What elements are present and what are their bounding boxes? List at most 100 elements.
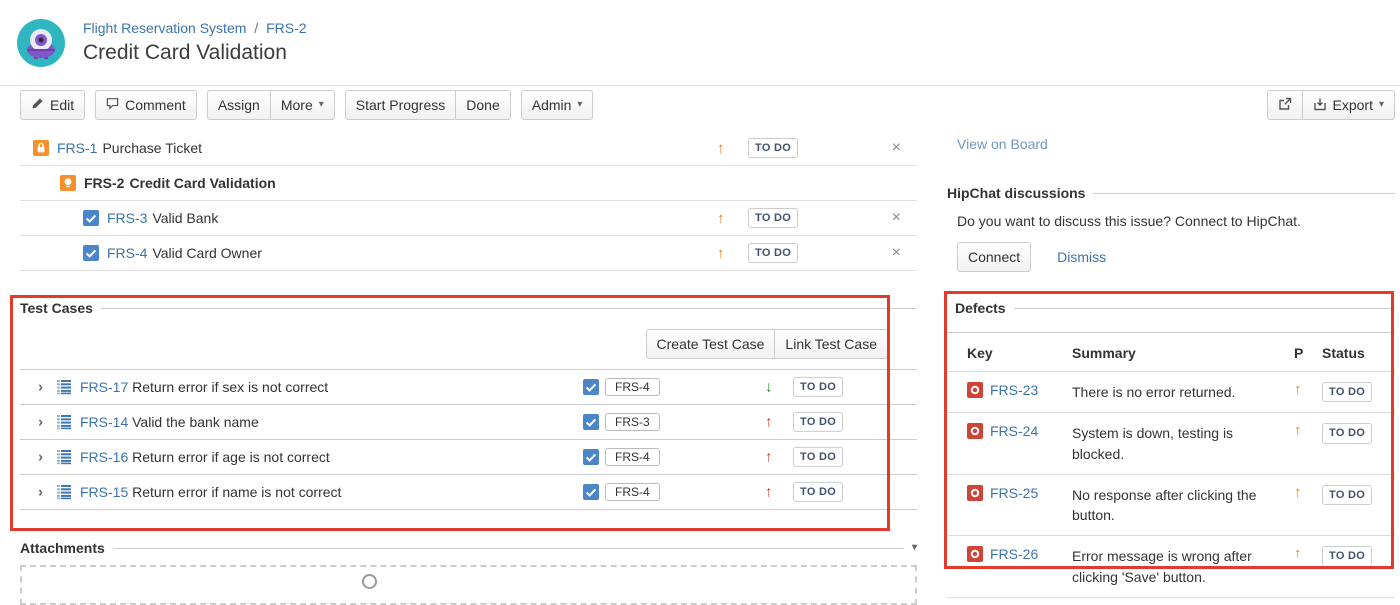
close-icon[interactable]: ×: [892, 140, 901, 156]
test-case-row-frs-16: › FRS-16 Return error if age is not corr…: [20, 440, 917, 475]
close-icon[interactable]: ×: [892, 210, 901, 226]
linked-issue-badge[interactable]: FRS-4: [605, 483, 660, 501]
project-avatar-icon[interactable]: [17, 19, 65, 67]
status-badge: TO DO: [1322, 423, 1372, 443]
defect-key-cell: FRS-25: [967, 485, 1072, 501]
collapse-caret-icon[interactable]: ▾: [912, 543, 917, 553]
start-progress-button[interactable]: Start Progress: [345, 90, 456, 120]
issue-key-link[interactable]: FRS-3: [107, 210, 147, 226]
test-case-table: › FRS-17 Return error if sex is not corr…: [20, 369, 917, 510]
status-badge: TO DO: [793, 447, 843, 467]
subtask-check-icon: [83, 210, 99, 226]
issue-row-frs-3: FRS-3 Valid Bank ↑ TO DO ×: [20, 201, 917, 236]
hipchat-connect-button[interactable]: Connect: [957, 242, 1031, 272]
priority-up-icon: ↑: [717, 141, 725, 156]
breadcrumb-project-link[interactable]: Flight Reservation System: [83, 20, 246, 36]
linked-issue-badge[interactable]: FRS-3: [605, 413, 660, 431]
column-header-status: Status: [1322, 345, 1395, 361]
subtask-check-icon: [583, 449, 599, 465]
issue-key-link[interactable]: FRS-4: [107, 245, 147, 261]
column-header-priority: P: [1294, 345, 1322, 361]
breadcrumb-issue-link[interactable]: FRS-2: [266, 20, 306, 36]
expand-chevron-icon[interactable]: ›: [38, 484, 43, 501]
status-badge: TO DO: [1322, 485, 1372, 505]
test-case-list-icon: [56, 414, 72, 430]
linked-issue-badge[interactable]: FRS-4: [605, 448, 660, 466]
hipchat-message: Do you want to discuss this issue? Conne…: [957, 213, 1395, 229]
test-case-row-frs-14: › FRS-14 Valid the bank name FRS-3: [20, 405, 917, 440]
view-on-board: View on Board: [957, 136, 1048, 152]
issue-key-link[interactable]: FRS-1: [57, 140, 97, 156]
test-cases-heading: Test Cases: [20, 300, 917, 316]
view-on-board-link[interactable]: View on Board: [957, 136, 1048, 152]
priority-up-icon: ↑: [717, 246, 725, 261]
issue-summary: Purchase Ticket: [102, 140, 202, 156]
attachment-dropzone[interactable]: [20, 565, 917, 605]
test-case-text: FRS-16 Return error if age is not correc…: [80, 449, 330, 465]
test-case-key-link[interactable]: FRS-14: [80, 414, 128, 430]
link-test-case-button[interactable]: Link Test Case: [775, 329, 888, 359]
priority-up-icon: ↑: [765, 485, 773, 500]
test-case-summary: Return error if sex is not correct: [132, 379, 328, 395]
defect-key-link[interactable]: FRS-25: [990, 485, 1038, 501]
defect-key-link[interactable]: FRS-24: [990, 423, 1038, 439]
hipchat-actions: Connect Dismiss: [957, 242, 1395, 272]
defect-key-link[interactable]: FRS-26: [990, 546, 1038, 562]
subtask-check-icon: [583, 414, 599, 430]
test-case-key-link[interactable]: FRS-16: [80, 449, 128, 465]
priority-up-icon: ↑: [1294, 546, 1322, 561]
done-button-label: Done: [466, 97, 499, 113]
export-button[interactable]: Export ▾: [1303, 90, 1396, 120]
defect-key-link[interactable]: FRS-23: [990, 382, 1038, 398]
hipchat-section: HipChat discussions Do you want to discu…: [947, 185, 1395, 272]
expand-chevron-icon[interactable]: ›: [38, 379, 43, 396]
test-case-list-icon: [56, 449, 72, 465]
test-case-key-link[interactable]: FRS-17: [80, 379, 128, 395]
test-case-list-icon: [56, 484, 72, 500]
linked-issue-badge[interactable]: FRS-4: [605, 378, 660, 396]
admin-button[interactable]: Admin ▾: [521, 90, 594, 120]
share-icon: [1278, 97, 1292, 114]
defects-section: Defects Key Summary P Status FRS-23 Ther…: [947, 300, 1395, 598]
done-button[interactable]: Done: [456, 90, 510, 120]
share-button[interactable]: [1267, 90, 1303, 120]
assign-button[interactable]: Assign: [207, 90, 271, 120]
test-case-summary: Return error if name is not correct: [132, 484, 341, 500]
defect-key-cell: FRS-24: [967, 423, 1072, 439]
priority-up-icon: ↑: [1294, 423, 1322, 438]
issue-toolbar: Edit Comment Assign More ▾ Start Progres…: [20, 90, 1395, 120]
expand-chevron-icon[interactable]: ›: [38, 414, 43, 431]
close-icon[interactable]: ×: [892, 245, 901, 261]
assign-more-group: Assign More ▾: [207, 90, 335, 120]
attachments-heading: Attachments ▾: [20, 540, 917, 556]
more-button[interactable]: More ▾: [271, 90, 335, 120]
heading-rule: [1014, 308, 1395, 309]
create-test-case-button[interactable]: Create Test Case: [646, 329, 776, 359]
status-badge: TO DO: [748, 208, 798, 228]
expand-chevron-icon[interactable]: ›: [38, 449, 43, 466]
requirement-tree: FRS-1 Purchase Ticket ↑ TO DO × FRS-2 Cr…: [20, 131, 917, 271]
test-case-summary: Return error if age is not correct: [132, 449, 330, 465]
defect-row-frs-25: FRS-25 No response after clicking the bu…: [947, 475, 1395, 537]
heading-rule: [1093, 193, 1395, 194]
page-header: Flight Reservation System / FRS-2 Credit…: [0, 0, 1400, 86]
priority-up-icon: ↑: [1294, 382, 1322, 397]
status-badge: TO DO: [793, 412, 843, 432]
edit-button[interactable]: Edit: [20, 90, 85, 120]
linked-requirement: FRS-3: [583, 413, 660, 431]
current-issue-summary: Credit Card Validation: [129, 175, 275, 191]
defect-summary: There is no error returned.: [1072, 382, 1294, 402]
hipchat-dismiss-link[interactable]: Dismiss: [1057, 249, 1106, 265]
attachments-heading-label: Attachments: [20, 540, 105, 556]
heading-rule: [101, 308, 917, 309]
test-cases-section: Test Cases Create Test Case Link Test Ca…: [20, 300, 917, 510]
edit-button-label: Edit: [50, 97, 74, 113]
comment-button[interactable]: Comment: [95, 90, 197, 120]
column-header-key: Key: [967, 345, 1072, 361]
test-cases-heading-label: Test Cases: [20, 300, 93, 316]
dropdown-caret-icon: ▾: [319, 100, 324, 110]
bug-icon: [967, 423, 983, 439]
export-button-label: Export: [1333, 97, 1373, 113]
status-badge: TO DO: [1322, 546, 1372, 566]
test-case-key-link[interactable]: FRS-15: [80, 484, 128, 500]
